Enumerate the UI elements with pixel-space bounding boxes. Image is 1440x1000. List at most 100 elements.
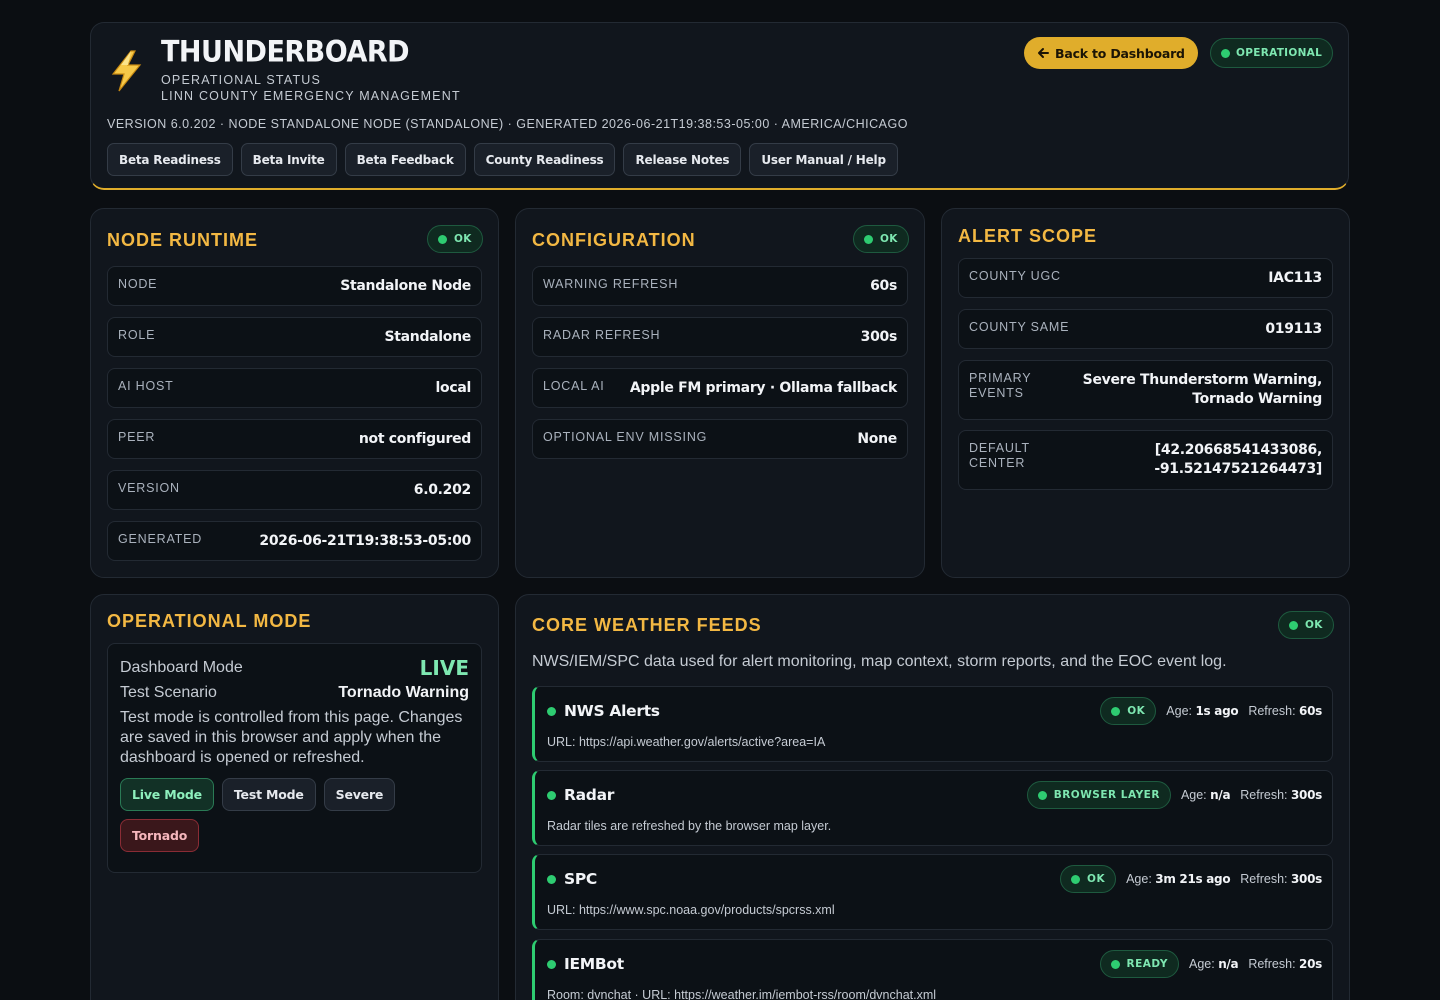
card-title: CONFIGURATION	[532, 230, 696, 250]
age-value: n/a	[1210, 788, 1231, 802]
status-dot-icon	[1221, 48, 1230, 58]
kv-row-generated: GENERATED 2026-06-21T19:38:53-05:00	[107, 521, 482, 561]
kv-label: VERSION	[118, 481, 180, 495]
operational-status-badge: OPERATIONAL	[1210, 38, 1334, 68]
kv-value: 6.0.202	[413, 481, 472, 498]
age-label: Age:	[1188, 957, 1215, 971]
feed-status-badge: OK	[1100, 697, 1157, 725]
feed-status-badge: BROWSER LAYER	[1026, 781, 1171, 809]
tornado-scenario-button[interactable]: Tornado	[120, 819, 200, 852]
dashboard-mode-label: Dashboard Mode	[120, 659, 243, 676]
core-weather-feeds-card: CORE WEATHER FEEDS OK NWS/IEM/SPC data u…	[515, 594, 1350, 1000]
page-subtitle: OPERATIONAL STATUS	[161, 73, 322, 87]
feed-item-radar: Radar BROWSER LAYER Age: n/a Refresh: 30…	[532, 770, 1333, 846]
kv-label-line: EVENTS	[969, 386, 1024, 400]
kv-label: COUNTY SAME	[969, 320, 1070, 334]
test-mode-button[interactable]: Test Mode	[221, 778, 316, 811]
kv-label: LOCAL AI	[543, 379, 605, 393]
status-dot-icon	[864, 234, 873, 244]
dashboard-mode-row: Dashboard Mode LIVE	[120, 656, 469, 680]
feed-status-text: OK	[1087, 873, 1106, 885]
nav-beta-invite[interactable]: Beta Invite	[240, 143, 337, 176]
status-badge: OK	[1278, 611, 1334, 639]
kv-label-line: CENTER	[969, 456, 1026, 470]
kv-row-peer: PEER not configured	[107, 419, 482, 459]
dashboard-mode-value: LIVE	[419, 656, 469, 680]
age-label: Age:	[1126, 872, 1152, 886]
refresh-value: 60s	[1299, 704, 1322, 718]
kv-row-optional-env: OPTIONAL ENV MISSING None	[532, 419, 908, 459]
kv-label: OPTIONAL ENV MISSING	[543, 430, 708, 444]
kv-label: WARNING REFRESH	[543, 277, 679, 291]
refresh-label: Refresh:	[1240, 788, 1288, 802]
mode-panel: Dashboard Mode LIVE Test Scenario Tornad…	[107, 643, 482, 873]
test-scenario-label: Test Scenario	[120, 684, 217, 701]
feed-status-dot-icon	[547, 706, 556, 716]
card-title: ALERT SCOPE	[958, 226, 1098, 246]
nav-release-notes[interactable]: Release Notes	[623, 143, 742, 176]
age-label: Age:	[1166, 704, 1193, 718]
status-label: OPERATIONAL	[1236, 47, 1323, 59]
test-scenario-value: Tornado Warning	[338, 684, 469, 701]
live-mode-button[interactable]: Live Mode	[120, 778, 214, 811]
kv-row-local-ai: LOCAL AI Apple FM primary · Ollama fallb…	[532, 368, 908, 408]
back-to-dashboard-button[interactable]: Back to Dashboard	[1024, 37, 1198, 69]
feed-status-badge: OK	[1060, 865, 1117, 893]
kv-value: [42.20668541433086, -91.52147521264473]	[1154, 441, 1322, 479]
status-text: OK	[1305, 619, 1323, 631]
refresh-value: 300s	[1291, 872, 1322, 886]
feed-refresh: Refresh: 60s	[1248, 704, 1322, 718]
kv-value: None	[857, 430, 897, 447]
feed-refresh: Refresh: 300s	[1240, 788, 1322, 802]
card-title: NODE RUNTIME	[107, 230, 258, 250]
header-panel: THUNDERBOARD OPERATIONAL STATUS LINN COU…	[90, 22, 1349, 190]
feed-status-text: BROWSER LAYER	[1053, 789, 1160, 801]
feed-age: Age: 1s ago	[1166, 704, 1238, 718]
arrow-left-icon	[1038, 48, 1049, 58]
status-badge: OK	[427, 225, 483, 253]
age-value: 1s ago	[1195, 704, 1239, 718]
feed-title: Radar	[564, 786, 615, 804]
operational-mode-card: OPERATIONAL MODE Dashboard Mode LIVE Tes…	[90, 594, 499, 1000]
kv-value: 300s	[860, 328, 898, 345]
nav-user-manual[interactable]: User Manual / Help	[749, 143, 898, 176]
kv-value-line: [42.20668541433086,	[1154, 442, 1323, 458]
refresh-label: Refresh:	[1248, 957, 1296, 971]
feed-age: Age: n/a	[1180, 788, 1231, 802]
kv-row-county-same: COUNTY SAME 019113	[958, 309, 1333, 349]
status-text: OK	[880, 233, 898, 245]
status-dot-icon	[1110, 959, 1120, 969]
status-page: THUNDERBOARD OPERATIONAL STATUS LINN COU…	[0, 0, 1440, 1000]
feed-meta: OK Age: 3m 21s ago Refresh: 300s	[1060, 865, 1322, 893]
status-dot-icon	[1071, 874, 1081, 884]
feed-status-dot-icon	[547, 959, 556, 969]
kv-value: Standalone Node	[340, 277, 471, 294]
kv-row-warning-refresh: WARNING REFRESH 60s	[532, 266, 908, 306]
kv-label: PEER	[118, 430, 156, 444]
test-scenario-row: Test Scenario Tornado Warning	[120, 684, 469, 702]
nav-beta-readiness[interactable]: Beta Readiness	[107, 143, 233, 176]
feed-name: SPC	[547, 870, 597, 888]
kv-row-primary-events: PRIMARY EVENTS Severe Thunderstorm Warni…	[958, 360, 1333, 420]
feed-detail: URL: https://api.weather.gov/alerts/acti…	[547, 735, 826, 749]
age-label: Age:	[1180, 788, 1207, 802]
severe-scenario-button[interactable]: Severe	[323, 778, 396, 811]
feed-status-text: OK	[1127, 705, 1146, 717]
version-meta: VERSION 6.0.202 · NODE STANDALONE NODE (…	[107, 117, 908, 131]
refresh-label: Refresh:	[1248, 704, 1296, 718]
feed-title: NWS Alerts	[564, 702, 660, 720]
kv-label: GENERATED	[118, 532, 203, 546]
age-value: 3m 21s ago	[1155, 872, 1231, 886]
status-badge: OK	[853, 225, 909, 253]
kv-value: IAC113	[1268, 269, 1322, 286]
nav-county-readiness[interactable]: County Readiness	[473, 143, 616, 176]
kv-label: DEFAULT CENTER	[969, 431, 1030, 471]
mode-buttons: Live Mode Test Mode Severe Tornado	[120, 778, 420, 852]
feed-meta: BROWSER LAYER Age: n/a Refresh: 300s	[1026, 781, 1322, 809]
brand: THUNDERBOARD OPERATIONAL STATUS LINN COU…	[161, 36, 461, 104]
organization-name: LINN COUNTY EMERGENCY MANAGEMENT	[161, 89, 461, 103]
status-dot-icon	[1289, 620, 1298, 630]
feed-age: Age: n/a	[1188, 957, 1239, 971]
kv-label: ROLE	[118, 328, 156, 342]
nav-beta-feedback[interactable]: Beta Feedback	[344, 143, 466, 176]
